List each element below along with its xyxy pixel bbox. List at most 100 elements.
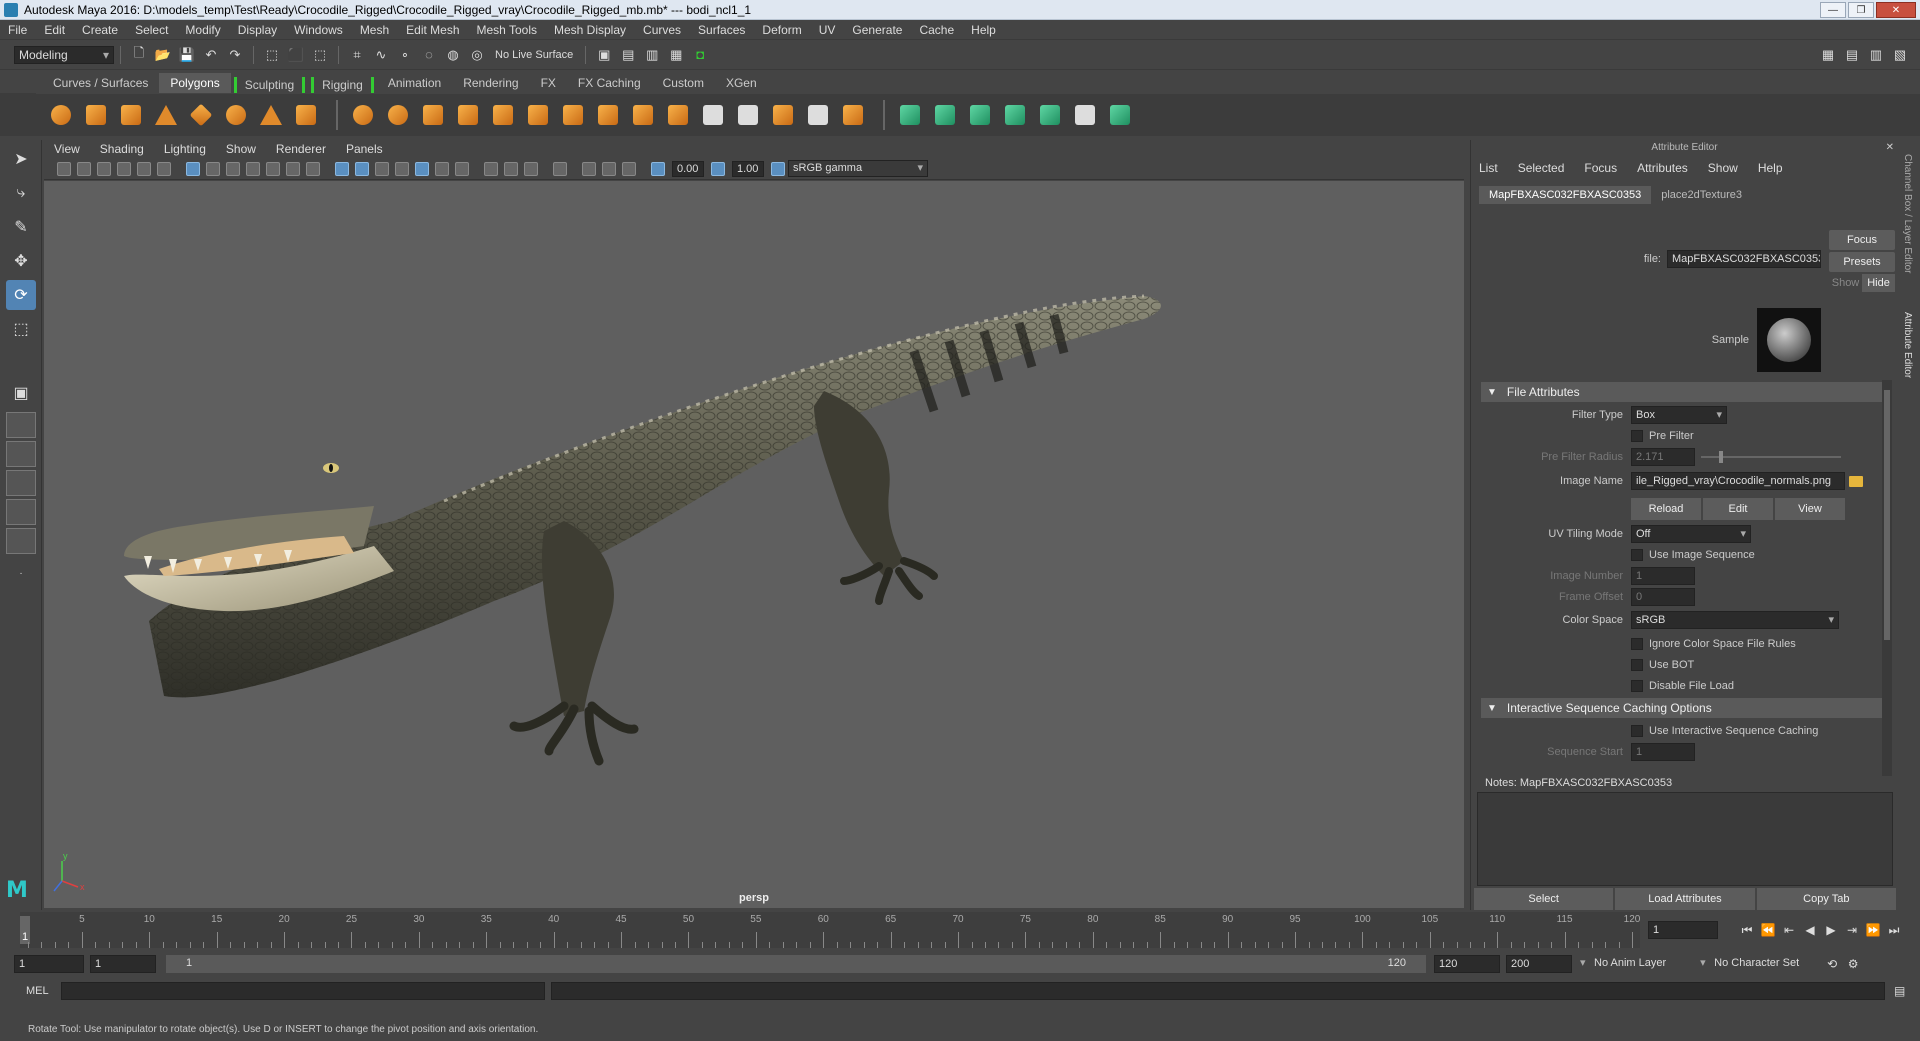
menu-windows[interactable]: Windows <box>294 23 343 37</box>
reduce-icon[interactable] <box>523 100 553 130</box>
step-forward-key-icon[interactable]: ⏩ <box>1864 921 1882 939</box>
tab-place2dtexture[interactable]: place2dTexture3 <box>1651 186 1752 204</box>
maximize-button[interactable]: ❐ <box>1848 2 1874 18</box>
render-view-icon[interactable]: ◘ <box>690 45 710 65</box>
disable-file-load-checkbox[interactable] <box>1631 679 1643 692</box>
uv-tiling-dropdown[interactable]: Off <box>1631 524 1751 543</box>
tab-file-node[interactable]: MapFBXASC032FBXASC0353 <box>1479 186 1652 204</box>
target-weld-icon[interactable] <box>803 100 833 130</box>
safe-title-icon[interactable] <box>306 161 320 176</box>
section-interactive-caching[interactable]: ▼ Interactive Sequence Caching Options <box>1481 698 1891 718</box>
attribute-editor-toggle-icon[interactable]: ▧ <box>1890 45 1910 65</box>
menu-edit-mesh[interactable]: Edit Mesh <box>406 23 459 37</box>
ae-menu-selected[interactable]: Selected <box>1518 161 1565 175</box>
single-pane-layout-icon[interactable]: ▣ <box>6 378 36 408</box>
close-icon[interactable]: ✕ <box>1886 140 1894 156</box>
xray-components-icon[interactable] <box>622 161 636 176</box>
menu-modify[interactable]: Modify <box>185 23 220 37</box>
render-frame-icon[interactable]: ▣ <box>594 45 614 65</box>
channel-box-toggle-icon[interactable]: ▥ <box>1866 45 1886 65</box>
auto-key-icon[interactable]: ⟲ <box>1823 955 1841 973</box>
panel-menu-renderer[interactable]: Renderer <box>276 142 326 156</box>
open-scene-icon[interactable]: 📂 <box>153 45 173 65</box>
show-button[interactable]: Show <box>1829 274 1862 292</box>
scroll-thumb[interactable] <box>1884 390 1890 640</box>
tab-curves-surfaces[interactable]: Curves / Surfaces <box>42 73 159 93</box>
close-button[interactable]: ✕ <box>1876 2 1916 18</box>
pre-filter-radius-field[interactable]: 2.171 <box>1631 447 1695 466</box>
poly-cylinder-icon[interactable] <box>116 100 146 130</box>
film-gate-icon[interactable] <box>206 161 220 176</box>
scale-tool-icon[interactable]: ⬚ <box>6 314 36 344</box>
image-plane-icon[interactable] <box>117 161 131 176</box>
poly-torus-icon[interactable] <box>221 100 251 130</box>
notes-textarea[interactable] <box>1477 792 1893 886</box>
script-editor-icon[interactable]: ▤ <box>1891 982 1909 1000</box>
use-all-lights-icon[interactable] <box>435 161 449 176</box>
combine-icon[interactable] <box>348 100 378 130</box>
focus-button[interactable]: Focus <box>1829 230 1895 250</box>
play-forwards-icon[interactable]: ▶ <box>1822 921 1840 939</box>
new-scene-icon[interactable]: 🗋 <box>129 45 149 65</box>
motion-blur-icon[interactable] <box>504 161 518 176</box>
select-hierarchy-icon[interactable]: ⬚ <box>262 45 282 65</box>
playback-end-field[interactable]: 120 <box>1434 955 1500 973</box>
bridge-icon[interactable] <box>628 100 658 130</box>
color-management-icon[interactable] <box>771 161 785 176</box>
image-number-field[interactable]: 1 <box>1631 566 1695 585</box>
bevel-icon[interactable] <box>698 100 728 130</box>
folder-icon[interactable] <box>1849 475 1863 487</box>
crocodile-model[interactable]: y x <box>44 181 1464 908</box>
anti-aliasing-icon[interactable] <box>524 161 538 176</box>
xray-icon[interactable] <box>582 161 596 176</box>
poly-pipe-icon[interactable] <box>291 100 321 130</box>
panel-menu-panels[interactable]: Panels <box>346 142 383 156</box>
menu-edit[interactable]: Edit <box>44 23 65 37</box>
frame-offset-field[interactable]: 0 <box>1631 587 1695 606</box>
command-input[interactable] <box>60 982 545 1000</box>
layout-menu-icon[interactable]: · <box>6 558 36 588</box>
persp-outliner-layout-icon[interactable] <box>6 441 36 467</box>
mirror-icon[interactable] <box>593 100 623 130</box>
use-bot-checkbox[interactable] <box>1631 658 1643 671</box>
ipr-render-icon[interactable]: ▤ <box>618 45 638 65</box>
wireframe-icon[interactable] <box>335 161 349 176</box>
step-forward-frame-icon[interactable]: ⇥ <box>1843 921 1861 939</box>
menu-file[interactable]: File <box>8 23 27 37</box>
2d-pan-zoom-icon[interactable] <box>157 161 171 176</box>
snap-view-icon[interactable]: ◌ <box>419 45 439 65</box>
snap-grid-icon[interactable]: ⌗ <box>347 45 367 65</box>
tab-xgen[interactable]: XGen <box>715 73 768 93</box>
tab-custom[interactable]: Custom <box>652 73 715 93</box>
presets-button[interactable]: Presets <box>1829 252 1895 272</box>
tab-rigging[interactable]: Rigging <box>311 77 374 93</box>
uv-cylindrical-icon[interactable] <box>930 100 960 130</box>
panel-menu-show[interactable]: Show <box>226 142 256 156</box>
save-scene-icon[interactable]: 💾 <box>177 45 197 65</box>
uv-automatic-icon[interactable] <box>1000 100 1030 130</box>
bookmark-icon[interactable] <box>97 161 111 176</box>
merge-icon[interactable] <box>838 100 868 130</box>
current-frame-field[interactable]: 1 <box>1648 921 1718 939</box>
grease-pencil-icon[interactable] <box>137 161 151 176</box>
time-slider[interactable]: 1 5 10 15 20 25 30 35 40 45 50 55 60 65 70 75 80 85 90 95 1… <box>20 912 1640 948</box>
field-chart-icon[interactable] <box>266 161 280 176</box>
menu-mesh-display[interactable]: Mesh Display <box>554 23 626 37</box>
shadows-icon[interactable] <box>455 161 469 176</box>
range-slider[interactable]: 1 120 <box>166 955 1426 973</box>
section-file-attributes[interactable]: ▼ File Attributes <box>1481 382 1891 402</box>
anim-layer-dropdown[interactable]: No Anim Layer <box>1580 955 1684 973</box>
uv-spherical-icon[interactable] <box>965 100 995 130</box>
menu-help[interactable]: Help <box>971 23 996 37</box>
sculpt-icon[interactable] <box>558 100 588 130</box>
menu-deform[interactable]: Deform <box>762 23 801 37</box>
menu-curves[interactable]: Curves <box>643 23 681 37</box>
image-name-field[interactable]: ile_Rigged_vray\Crocodile_normals.png <box>1631 472 1845 490</box>
separate-icon[interactable] <box>383 100 413 130</box>
select-object-icon[interactable]: ⬛ <box>286 45 306 65</box>
ae-menu-list[interactable]: List <box>1479 161 1498 175</box>
poly-pyramid-icon[interactable] <box>256 100 286 130</box>
tab-polygons[interactable]: Polygons <box>159 73 231 93</box>
snap-curve-icon[interactable]: ∿ <box>371 45 391 65</box>
uv-checker-icon[interactable] <box>1070 100 1100 130</box>
